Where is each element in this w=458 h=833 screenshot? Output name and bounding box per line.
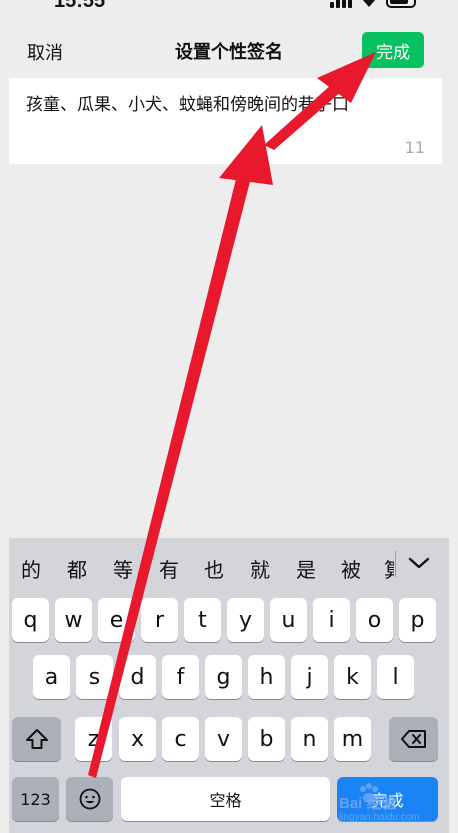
signature-input[interactable]: 孩童、瓜果、小犬、蚊蝇和傍晚间的巷子口 11 <box>9 78 442 164</box>
watermark-brand: Bai 经验 <box>339 795 397 812</box>
candidate-word[interactable]: 都 <box>67 554 87 583</box>
candidate-word[interactable]: 等 <box>113 554 133 583</box>
key-t[interactable]: t <box>184 598 221 642</box>
candidate-divider <box>395 551 396 577</box>
key-h[interactable]: h <box>248 655 285 699</box>
candidate-word[interactable]: 是 <box>296 554 316 583</box>
status-bar: 15:55 <box>0 0 458 14</box>
key-d[interactable]: d <box>119 655 156 699</box>
key-x[interactable]: x <box>119 717 156 761</box>
key-o[interactable]: o <box>356 598 393 642</box>
key-s[interactable]: s <box>76 655 113 699</box>
candidate-word[interactable]: 的 <box>21 554 41 583</box>
key-i[interactable]: i <box>313 598 350 642</box>
key-p[interactable]: p <box>399 598 436 642</box>
baidu-jingyan-watermark: Bai 经验 jingyan.baidu.com <box>336 777 440 829</box>
key-y[interactable]: y <box>227 598 264 642</box>
candidate-word[interactable]: 有 <box>159 554 179 583</box>
emoji-key[interactable] <box>66 777 113 821</box>
candidate-word[interactable]: 算 <box>384 554 394 583</box>
status-icons <box>330 0 416 8</box>
key-l[interactable]: l <box>377 655 414 699</box>
nav-bar: 取消 设置个性签名 完成 <box>0 20 458 78</box>
shift-key[interactable] <box>12 717 61 761</box>
done-button[interactable]: 完成 <box>362 32 424 68</box>
key-r[interactable]: r <box>141 598 178 642</box>
key-g[interactable]: g <box>205 655 242 699</box>
key-w[interactable]: w <box>55 598 92 642</box>
key-f[interactable]: f <box>162 655 199 699</box>
key-b[interactable]: b <box>248 717 285 761</box>
emoji-icon <box>79 788 100 810</box>
candidate-bar: 的 都 等 有 也 就 是 被 算 <box>9 538 449 592</box>
chevron-down-icon[interactable] <box>404 548 434 578</box>
key-q[interactable]: q <box>12 598 49 642</box>
numbers-key[interactable]: 123 <box>12 777 59 821</box>
key-c[interactable]: c <box>162 717 199 761</box>
key-a[interactable]: a <box>33 655 70 699</box>
key-n[interactable]: n <box>291 717 328 761</box>
shift-icon <box>25 729 48 749</box>
key-j[interactable]: j <box>291 655 328 699</box>
key-v[interactable]: v <box>205 717 242 761</box>
space-key[interactable]: 空格 <box>121 777 330 821</box>
battery-icon <box>386 0 416 8</box>
candidate-word[interactable]: 也 <box>204 554 224 583</box>
key-k[interactable]: k <box>334 655 371 699</box>
candidate-word[interactable]: 被 <box>341 554 361 583</box>
status-time: 15:55 <box>54 0 106 12</box>
key-m[interactable]: m <box>334 717 371 761</box>
cellular-signal-icon <box>330 0 352 8</box>
delete-icon <box>400 730 426 748</box>
key-z[interactable]: z <box>75 717 112 761</box>
candidate-word[interactable]: 就 <box>250 554 270 583</box>
watermark-url: jingyan.baidu.com <box>339 812 420 823</box>
delete-key[interactable] <box>389 717 438 761</box>
wifi-icon <box>362 0 376 7</box>
signature-text: 孩童、瓜果、小犬、蚊蝇和傍晚间的巷子口 <box>26 95 349 115</box>
remaining-char-count: 11 <box>404 138 425 157</box>
key-u[interactable]: u <box>270 598 307 642</box>
key-e[interactable]: e <box>98 598 135 642</box>
